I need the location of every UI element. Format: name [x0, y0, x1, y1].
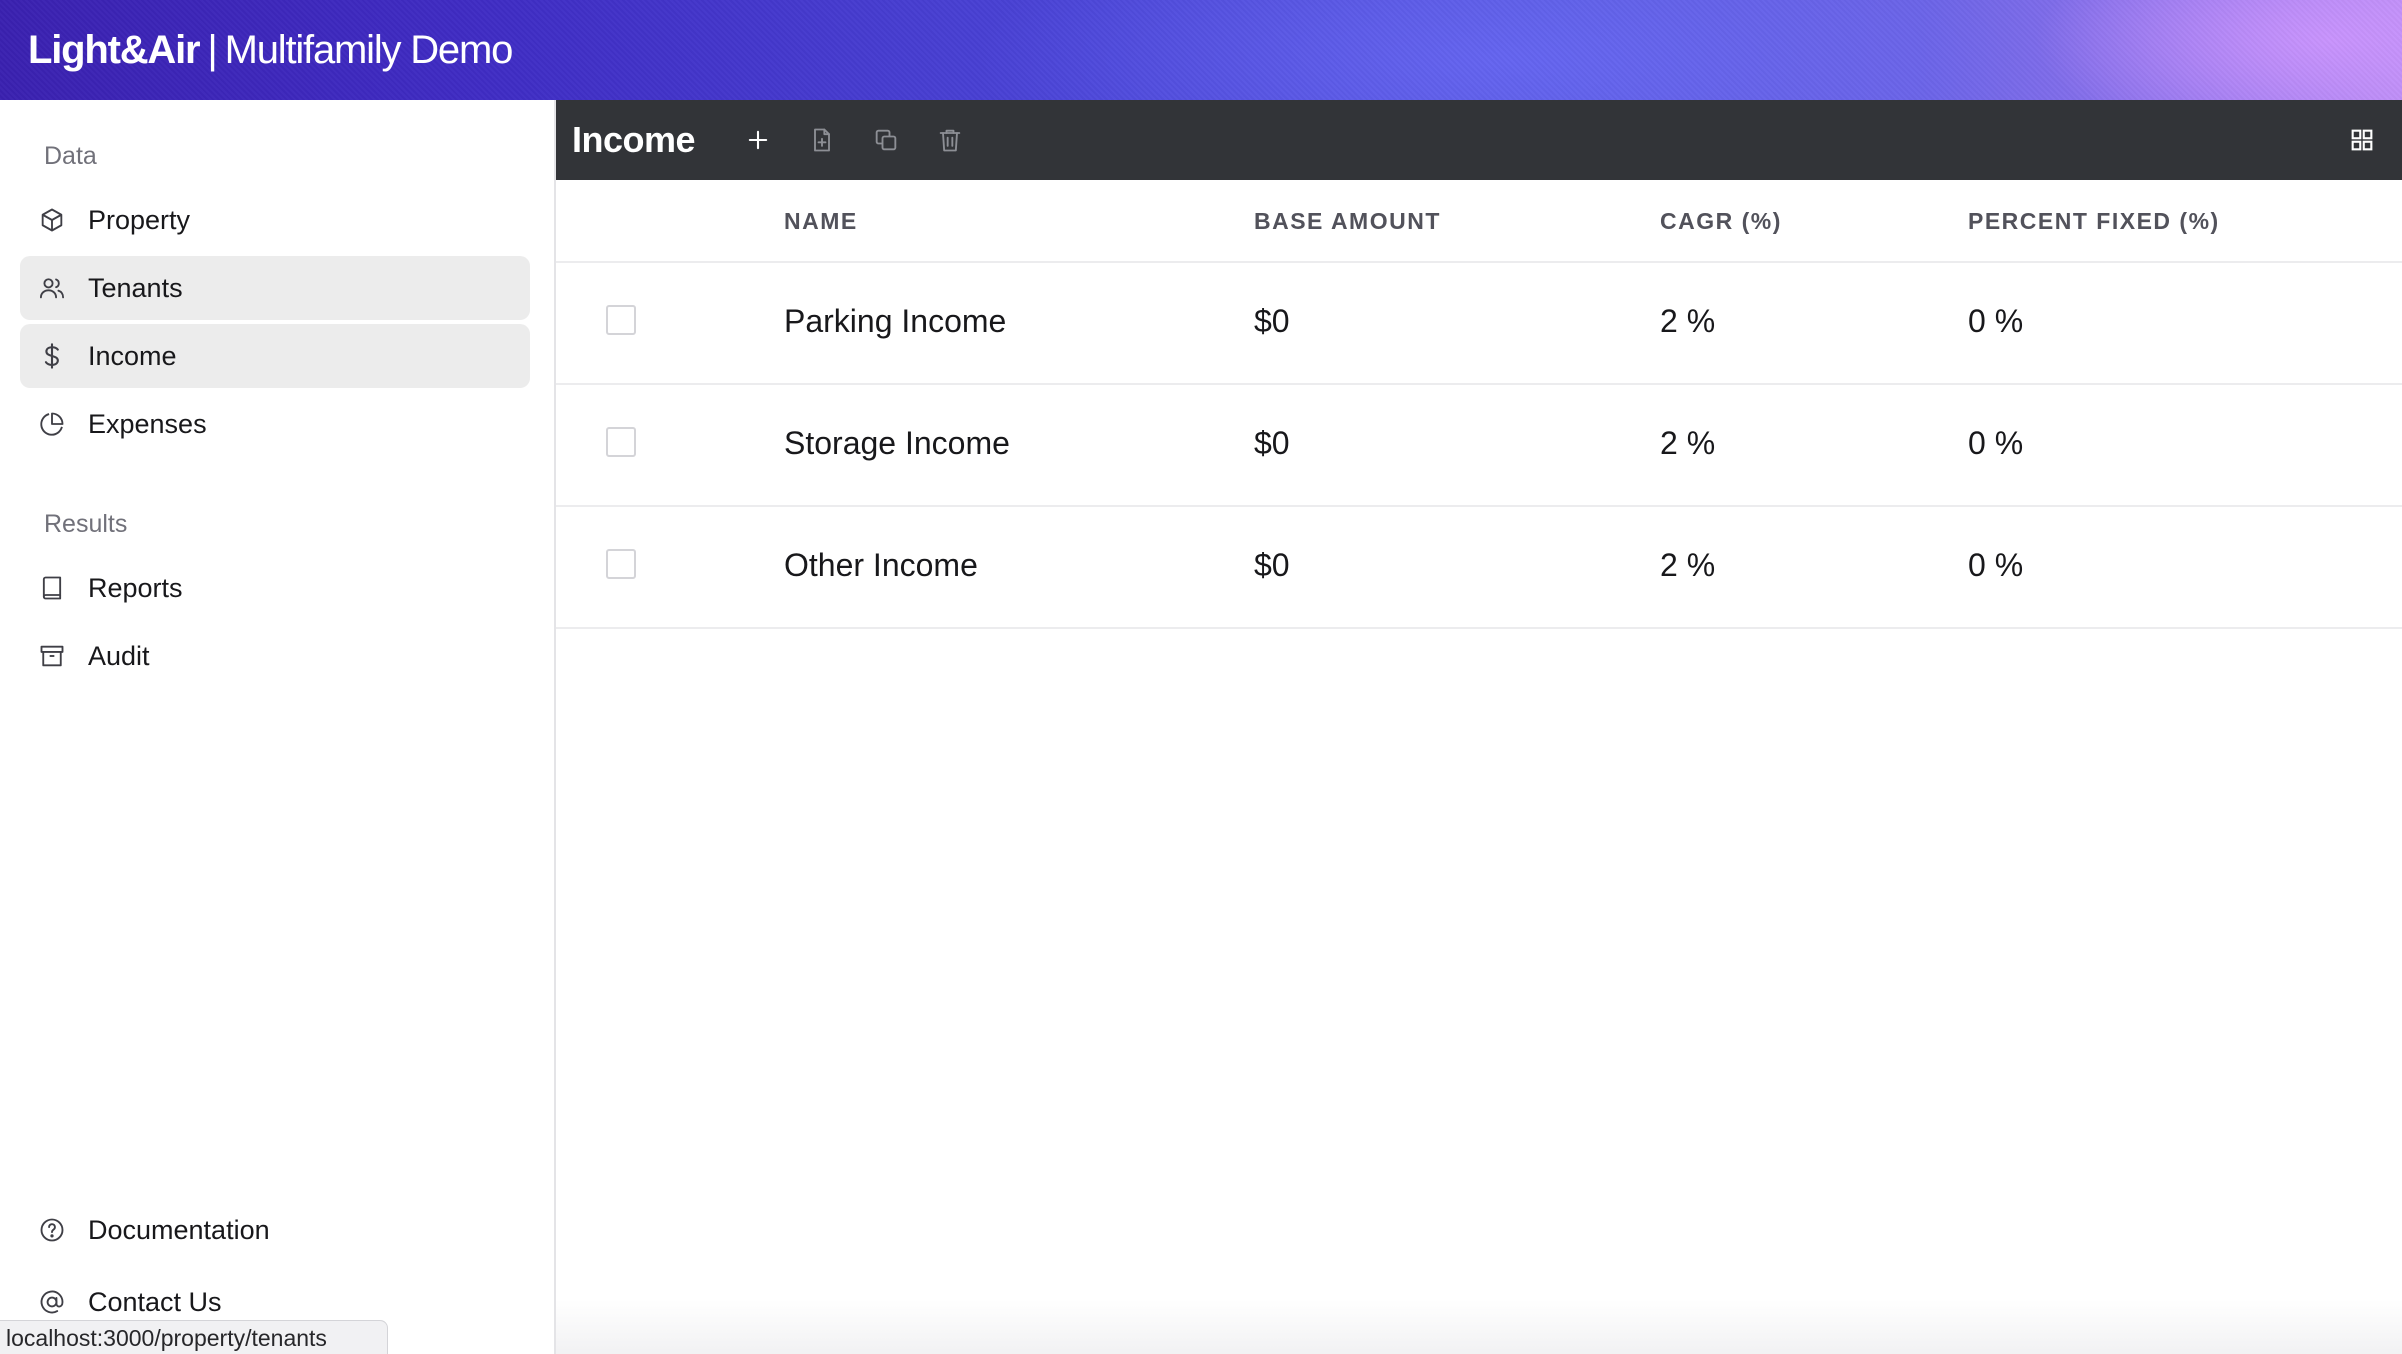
cell-base-amount: $0 [1254, 547, 1290, 583]
cell-name: Parking Income [784, 303, 1007, 339]
archive-icon [38, 642, 66, 670]
pie-chart-icon [38, 410, 66, 438]
grid-view-button[interactable] [2342, 120, 2382, 160]
brand-logo: Light&Air [28, 27, 201, 72]
column-header-cagr[interactable]: CAGR (%) [1660, 208, 1782, 235]
cell-percent-fixed: 0 % [1968, 425, 2024, 461]
row-checkbox[interactable] [606, 549, 636, 579]
plus-icon [748, 130, 768, 150]
sidebar-item-label: Tenants [88, 272, 183, 303]
users-icon [38, 274, 66, 302]
status-bar-url: localhost:3000/property/tenants [0, 1320, 388, 1354]
app-root: Light&Air | Multifamily Demo Data Proper… [0, 0, 2402, 1354]
sidebar-item-label: Audit [88, 640, 150, 671]
table-row[interactable]: Storage Income $0 2 % 0 % [556, 385, 2402, 507]
row-checkbox[interactable] [606, 305, 636, 335]
sidebar-item-reports[interactable]: Reports [20, 556, 530, 620]
top-banner: Light&Air | Multifamily Demo [0, 0, 2402, 100]
sidebar-item-label: Reports [88, 572, 183, 603]
sidebar-item-expenses[interactable]: Expenses [20, 392, 530, 456]
sidebar-item-label: Property [88, 204, 191, 235]
sidebar-item-income[interactable]: Income [20, 324, 530, 388]
import-file-button[interactable] [802, 120, 842, 160]
column-header-base-amount[interactable]: BASE AMOUNT [1254, 208, 1441, 235]
brand[interactable]: Light&Air | Multifamily Demo [28, 22, 514, 78]
column-header-percent-fixed[interactable]: PERCENT FIXED (%) [1968, 208, 2220, 235]
page-title: Income [572, 119, 696, 160]
sidebar-item-documentation[interactable]: Documentation [20, 1198, 530, 1262]
cell-name: Other Income [784, 547, 978, 583]
section-label-results: Results [44, 510, 128, 538]
section-label-data: Data [44, 142, 97, 170]
brand-separator: | [207, 27, 217, 72]
cell-cagr: 2 % [1660, 547, 1716, 583]
book-icon [38, 574, 66, 602]
duplicate-button[interactable] [866, 120, 906, 160]
cell-cagr: 2 % [1660, 425, 1716, 461]
table-row[interactable]: Other Income $0 2 % 0 % [556, 507, 2402, 629]
cell-percent-fixed: 0 % [1968, 303, 2024, 339]
toolbar: Income [556, 100, 2402, 180]
cell-percent-fixed: 0 % [1968, 547, 2024, 583]
column-header-name[interactable]: NAME [784, 208, 858, 235]
sidebar-item-label: Documentation [88, 1214, 270, 1245]
cell-base-amount: $0 [1254, 303, 1290, 339]
add-button[interactable] [738, 120, 778, 160]
help-circle-icon [38, 1216, 66, 1244]
sidebar-item-label: Contact Us [88, 1286, 222, 1317]
delete-button[interactable] [930, 120, 970, 160]
cell-cagr: 2 % [1660, 303, 1716, 339]
cell-name: Storage Income [784, 425, 1010, 461]
table-row[interactable]: Parking Income $0 2 % 0 % [556, 263, 2402, 385]
trash-icon [939, 129, 961, 152]
brand-subtitle: Multifamily Demo [224, 27, 514, 72]
sidebar-item-property[interactable]: Property [20, 188, 530, 252]
dollar-icon [38, 342, 66, 370]
cell-base-amount: $0 [1254, 425, 1290, 461]
sidebar-item-label: Income [88, 340, 177, 371]
sidebar: Data Property Tenants Income Expenses Re… [0, 100, 556, 1354]
sidebar-item-audit[interactable]: Audit [20, 624, 530, 688]
grid-icon [2351, 129, 2373, 151]
main-content: Income NAME BASE AMOUNT CAGR (%) PERCENT… [556, 100, 2402, 1354]
sidebar-item-label: Expenses [88, 408, 207, 439]
sidebar-item-tenants[interactable]: Tenants [20, 256, 530, 320]
file-add-icon [814, 128, 830, 152]
cube-icon [38, 206, 66, 234]
copy-icon [875, 129, 897, 151]
bottom-fade [556, 1300, 2402, 1354]
at-sign-icon [38, 1288, 66, 1316]
row-checkbox[interactable] [606, 427, 636, 457]
